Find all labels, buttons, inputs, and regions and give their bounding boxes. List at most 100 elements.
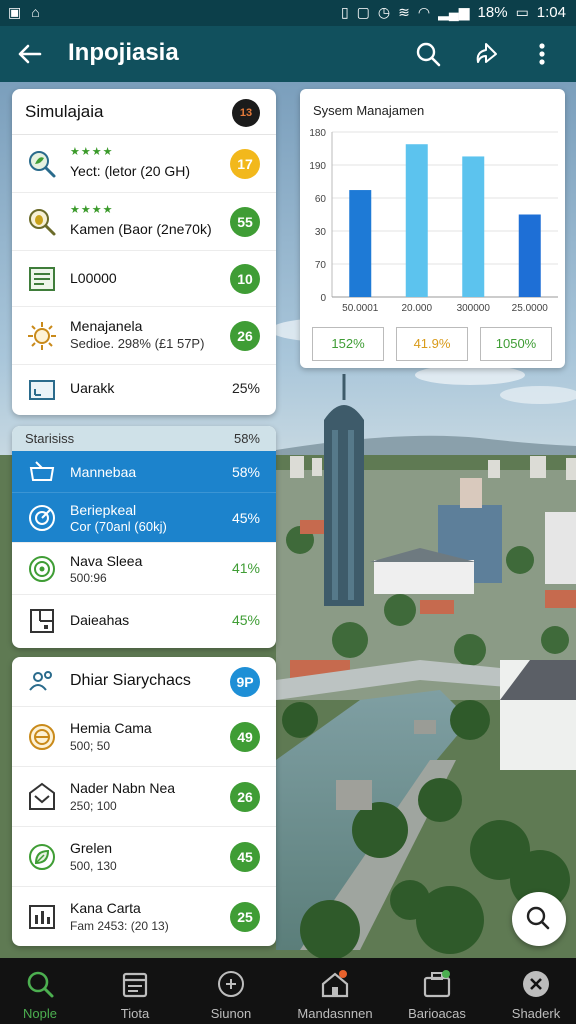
radar-icon [29,505,55,531]
vibrate-icon: ▯ [340,4,349,20]
value-badge: 10 [230,264,260,294]
list-item[interactable]: Menajanela Sedioe. 298% (£1 57P) 26 [12,307,276,365]
header-badge[interactable]: 13 [232,99,260,127]
list-item-percent: 41% [231,560,260,576]
wifi-hotspot-icon: ≋ [398,4,410,20]
list-item-label: Menajanela [70,318,143,334]
x-tick-label: 25.0000 [512,303,549,314]
list-item-percent: 58% [231,464,260,480]
list-item-label: Uarakk [70,380,115,396]
list-item[interactable]: Uarakk 25% [12,365,276,415]
nav-item-nople[interactable]: Nople [0,958,90,1024]
statistics-card: Starisiss 58% Mannebaa 58% Beriepkeal Co… [12,426,276,648]
list-item[interactable]: Grelen 500, 130 45 [12,827,276,887]
nav-item-tiota[interactable]: Tiota [85,958,185,1024]
nav-item-mandasnnen[interactable]: Mandasnnen [285,958,385,1024]
chart-title: Sysem Manajamen [313,103,425,118]
y-tick-label: 60 [315,194,327,205]
mail-gear-icon [29,782,55,810]
bug-search-icon [29,209,56,236]
y-tick-label: 0 [320,293,326,304]
nav-item-barioacas[interactable]: Barioacas [387,958,487,1024]
battery-icon: ▭ [515,4,529,20]
home-alert-icon: ⌂ [31,4,40,20]
summary-box: 41.9% [396,327,468,361]
list-item[interactable]: Daieahas 45% [12,595,276,647]
statistics-title: Starisiss [25,431,75,446]
back-arrow-icon[interactable] [14,38,46,70]
list-item-label: Kamen (Baor (2ne70k) [70,221,212,237]
list-item[interactable]: L00000 10 [12,251,276,307]
list-item[interactable]: ★★★★ Kamen (Baor (2ne70k) 55 [12,193,276,251]
list-item[interactable]: Kana Carta Fam 2453: (20 13) 25 [12,887,276,946]
items-card: Dhiar Siarychacs 9P Hemia Cama 500; 50 4… [12,657,276,946]
list-item-sublabel: 500; 50 [70,739,111,753]
value-badge: 45 [230,842,260,872]
compass-icon [29,724,55,750]
list-item[interactable]: Dhiar Siarychacs 9P [12,657,276,707]
leaf-icon [29,844,55,870]
image-icon: ▣ [8,4,22,20]
simulation-card-header: Simulajaia 13 [12,89,276,135]
bottom-navigation: Nople Tiota Siunon Mandasnnen Barioacas … [0,958,576,1024]
list-item-sublabel: Fam 2453: (20 13) [70,919,169,933]
window-icon [29,380,55,400]
list-item-label: L00000 [70,270,117,286]
list-item-percent: 25% [231,380,260,396]
x-tick-label: 50.0001 [342,303,379,314]
y-tick-label: 180 [309,128,326,139]
search-icon [526,906,550,930]
list-item-label: Nava Sleea [70,553,143,569]
nav-item-shaderk[interactable]: Shaderk [486,958,576,1024]
sim-icon: ▢ [356,4,370,20]
close-circle-icon [523,971,549,997]
home-icon [321,970,349,998]
nav-label: Siunon [210,1006,252,1021]
list-item[interactable]: ★★★★ Yect: (letor (20 GH) 17 [12,135,276,193]
target-icon [29,556,55,582]
floating-search-button[interactable] [512,892,566,946]
nav-label: Barioacas [408,1006,466,1021]
list-item-label: Hemia Cama [70,720,152,736]
briefcase-icon [423,970,451,998]
list-item[interactable]: Nava Sleea 500:96 41% [12,543,276,595]
list-item[interactable]: Hemia Cama 500; 50 49 [12,707,276,767]
search-icon[interactable] [412,38,444,70]
people-icon [29,671,52,691]
nav-label: Shaderk [511,1006,561,1021]
x-tick-label: 300000 [457,303,491,314]
plus-circle-icon [218,971,244,997]
chart-bar [405,144,428,297]
more-vert-icon[interactable] [526,38,558,70]
list-item[interactable]: Nader Nabn Nea 250; 100 26 [12,767,276,827]
y-tick-label: 70 [315,260,327,271]
list-item-selected[interactable]: Mannebaa 58% [12,451,276,493]
status-bar: ▣ ⌂ ▯ ▢ ◷ ≋ ◠ ▂▄▆ 18% ▭ 1:04 [0,0,576,26]
clock-time: 1:04 [536,4,566,21]
list-item-label: Dhiar Siarychacs [70,672,191,689]
sun-gear-icon [28,322,56,350]
battery-percent: 18% [477,4,508,21]
chart-box-icon [29,905,55,929]
calendar-icon [122,972,148,998]
value-badge: 25 [230,902,260,932]
rating-stars: ★★★★ [70,204,114,216]
list-item-label: Daieahas [70,612,130,628]
list-item-sublabel: 500, 130 [70,859,117,873]
grid-doc-icon [30,609,54,633]
value-badge: 17 [230,149,260,179]
list-item-label: Yect: (letor (20 GH) [70,163,191,179]
share-icon[interactable] [470,38,502,70]
list-item-selected[interactable]: Beriepkeal Cor (70anl (60kj) 45% [12,493,276,543]
page-title: Inpojiasia [68,39,179,66]
value-badge: 55 [230,207,260,237]
value-badge: 49 [230,722,260,752]
list-item-sublabel: 250; 100 [70,799,117,813]
summary-box: 1050% [480,327,552,361]
nav-item-siunon[interactable]: Siunon [181,958,281,1024]
nav-label: Nople [23,1006,57,1021]
list-item-label: Mannebaa [70,464,137,480]
summary-box: 152% [312,327,384,361]
chart-card: Sysem Manajamen 0 70 30 60 190 180 50.0001 20.0… [300,89,565,368]
list-item-label: Nader Nabn Nea [70,780,176,796]
